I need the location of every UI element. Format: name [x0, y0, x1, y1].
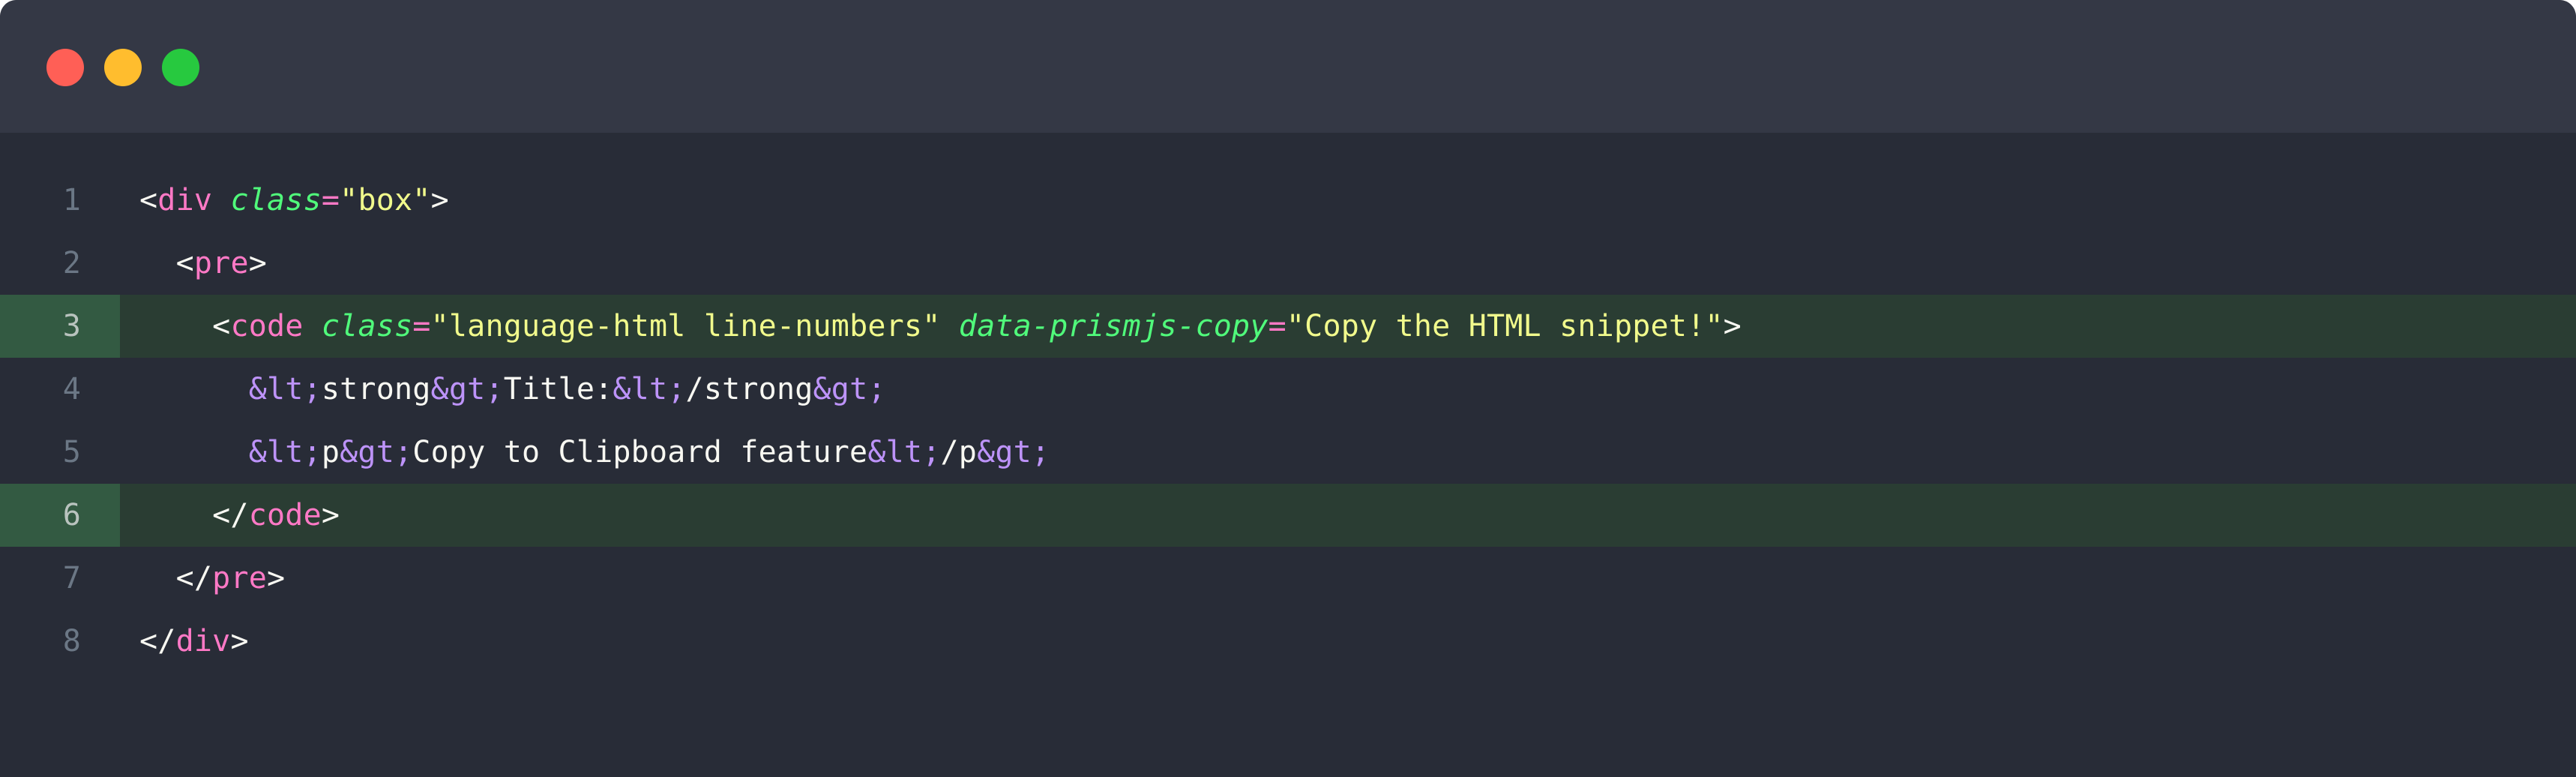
- code-token-punct: >: [430, 183, 449, 218]
- code-line-list: 1 <div class="box"> 2 <pre> 3 <code class="…: [0, 169, 2576, 673]
- code-line-content: </code>: [120, 484, 2576, 547]
- code-token-plain: Title:: [503, 372, 613, 406]
- line-number: 2: [62, 246, 81, 280]
- maximize-button-icon[interactable]: [162, 49, 199, 86]
- code-line: 2 <pre>: [0, 232, 2576, 295]
- code-line-content: </pre>: [120, 547, 2576, 610]
- line-number: 3: [0, 295, 120, 358]
- code-token-punct: >: [321, 498, 340, 532]
- window-titlebar: [0, 0, 2576, 133]
- code-token-value: "Copy the HTML snippet!": [1286, 309, 1724, 344]
- code-token-punct: >: [267, 561, 286, 596]
- code-token-tag: code: [230, 309, 304, 344]
- code-editor[interactable]: 1 <div class="box"> 2 <pre> 3 <code class="…: [0, 133, 2576, 777]
- close-button-icon[interactable]: [46, 49, 84, 86]
- code-token-punct: <: [139, 183, 158, 218]
- line-number: 1: [62, 183, 81, 218]
- code-token-entity: &lt;: [867, 435, 941, 470]
- code-token-punct: >: [1723, 309, 1742, 344]
- code-token-tag: div: [157, 183, 213, 218]
- code-token-eq: =: [412, 309, 431, 344]
- line-number: 4: [62, 372, 81, 406]
- code-token-plain: strong: [321, 372, 431, 406]
- code-token-punct: <: [212, 309, 231, 344]
- code-window: 1 <div class="box"> 2 <pre> 3 <code class="…: [0, 0, 2576, 777]
- code-token-tag: div: [175, 624, 231, 658]
- line-number: 8: [62, 624, 81, 658]
- code-token-punct: <: [175, 246, 194, 280]
- code-token-plain: p: [321, 435, 340, 470]
- line-number: 5: [62, 435, 81, 470]
- code-token-entity: &gt;: [813, 372, 886, 406]
- code-token-eq: =: [1268, 309, 1287, 344]
- code-token-plain: /p: [940, 435, 978, 470]
- code-token-entity: &gt;: [430, 372, 504, 406]
- code-token-tag: code: [248, 498, 322, 532]
- line-number: 7: [62, 561, 81, 596]
- code-token-entity: &lt;: [248, 372, 322, 406]
- code-line: 7 </pre>: [0, 547, 2576, 610]
- code-token-punct: </: [175, 561, 213, 596]
- code-token-attr: class: [230, 183, 322, 218]
- code-line: 6 </code>: [0, 484, 2576, 547]
- code-line-content: &lt;strong&gt;Title:&lt;/strong&gt;: [120, 358, 2576, 421]
- code-line: 5 &lt;p&gt;Copy to Clipboard feature&lt;…: [0, 421, 2576, 484]
- minimize-button-icon[interactable]: [104, 49, 142, 86]
- code-token-punct: >: [248, 246, 268, 280]
- code-token-attr: data-prismjs-copy: [958, 309, 1269, 344]
- code-line-content: </div>: [120, 610, 2576, 673]
- code-line-content: <div class="box">: [120, 169, 2576, 232]
- code-line-content: <code class="language-html line-numbers"…: [120, 295, 2576, 358]
- code-token-value: "box": [340, 183, 431, 218]
- code-token-tag: pre: [212, 561, 268, 596]
- code-token-plain: /strong: [685, 372, 813, 406]
- code-token-attr: class: [321, 309, 413, 344]
- code-token-entity: &gt;: [977, 435, 1050, 470]
- code-line-content: &lt;p&gt;Copy to Clipboard feature&lt;/p…: [120, 421, 2576, 484]
- code-line: 8 </div>: [0, 610, 2576, 673]
- code-token-eq: =: [321, 183, 340, 218]
- code-token-entity: &lt;: [613, 372, 686, 406]
- code-token-tag: pre: [193, 246, 249, 280]
- code-line: 1 <div class="box">: [0, 169, 2576, 232]
- line-number: 6: [0, 484, 120, 547]
- code-token-value: "language-html line-numbers": [430, 309, 941, 344]
- code-line: 3 <code class="language-html line-number…: [0, 295, 2576, 358]
- traffic-light-group: [46, 49, 199, 86]
- code-line-content: <pre>: [120, 232, 2576, 295]
- code-token-punct: >: [230, 624, 249, 658]
- code-token-punct: </: [212, 498, 249, 532]
- code-token-entity: &lt;: [248, 435, 322, 470]
- code-line: 4 &lt;strong&gt;Title:&lt;/strong&gt;: [0, 358, 2576, 421]
- code-token-plain: Copy to Clipboard feature: [412, 435, 868, 470]
- code-token-entity: &gt;: [340, 435, 413, 470]
- code-token-punct: </: [139, 624, 176, 658]
